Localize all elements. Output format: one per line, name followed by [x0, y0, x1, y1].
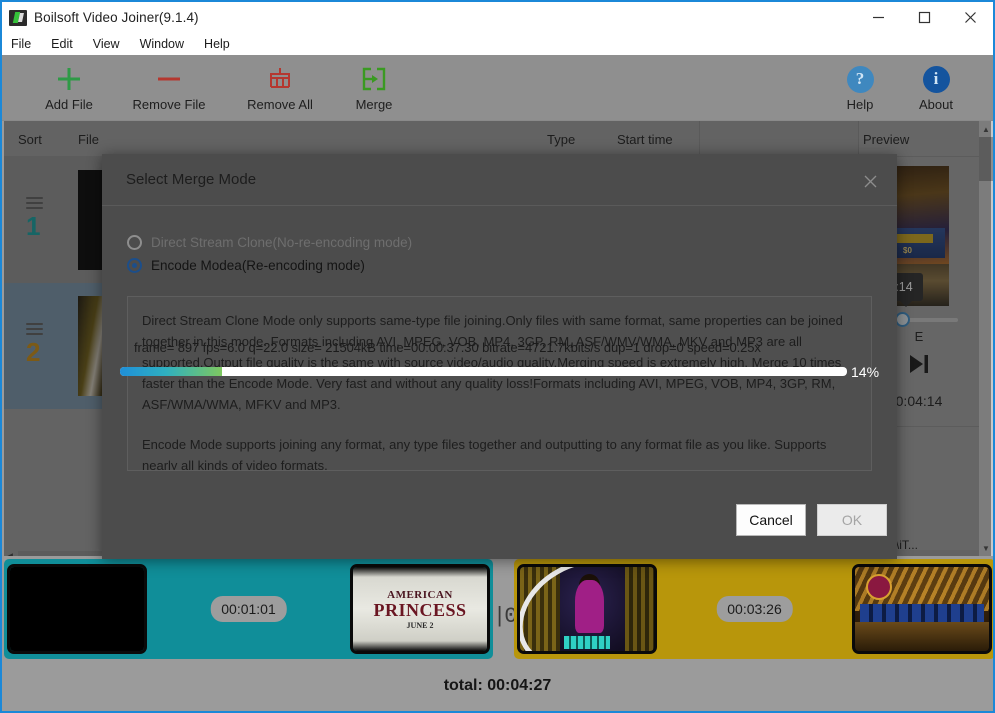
remove-all-button[interactable]: Remove All [232, 55, 328, 121]
timeline-clip[interactable]: 00:03:26 [514, 559, 993, 659]
help-button[interactable]: ? Help [820, 55, 900, 121]
maximize-icon[interactable] [901, 2, 947, 33]
dialog-title: Select Merge Mode [126, 171, 257, 188]
info-circle-icon: i [922, 64, 950, 94]
timeline: AMERICAN PRINCESS JUNE 2 00:01:01 |0| 00… [4, 556, 993, 663]
encoding-progress-bar [120, 367, 847, 376]
minimize-icon[interactable] [855, 2, 901, 33]
description-paragraph-1: Direct Stream Clone Mode only supports s… [142, 313, 843, 412]
window-title: Boilsoft Video Joiner(9.1.4) [34, 10, 199, 25]
menu-view[interactable]: View [91, 35, 129, 53]
toolbar: Add File Remove File Remove All Merge ? … [2, 55, 993, 121]
ok-button: OK [817, 504, 887, 536]
clip-art-line1: AMERICAN [387, 588, 453, 601]
remove-all-label: Remove All [247, 97, 313, 112]
radio-label: Encode Modea(Re-encoding mode) [151, 258, 365, 273]
application-window: Boilsoft Video Joiner(9.1.4) File Edit V… [0, 0, 995, 713]
menu-file[interactable]: File [9, 35, 40, 53]
total-duration-label: total: 00:04:27 [443, 677, 552, 694]
menu-window[interactable]: Window [138, 35, 193, 53]
merge-button[interactable]: Merge [326, 55, 422, 121]
about-label: About [919, 97, 953, 112]
clip-art-line2: PRINCESS [373, 599, 467, 620]
description-paragraph-2: Encode Mode supports joining any format,… [142, 437, 827, 471]
clip-start-thumbnail [7, 564, 147, 654]
question-glyph: ? [846, 65, 874, 93]
clip-duration-badge: 00:01:01 [210, 596, 287, 622]
close-icon[interactable] [947, 2, 993, 33]
select-merge-mode-dialog: Select Merge Mode Direct Stream Clone(No… [102, 154, 897, 559]
clip-art-line3: JUNE 2 [406, 620, 434, 630]
encoding-status-line: frame= 897 fps=6.0 q=22.0 size= 21504kB … [134, 340, 761, 355]
title-bar: Boilsoft Video Joiner(9.1.4) [2, 2, 993, 33]
clip-end-thumbnail [852, 564, 992, 654]
merge-icon [360, 64, 388, 94]
remove-file-button[interactable]: Remove File [121, 55, 217, 121]
broom-icon [266, 64, 294, 94]
dialog-header: Select Merge Mode [102, 154, 897, 206]
mode-description-box: Direct Stream Clone Mode only supports s… [127, 296, 872, 471]
footer: total: 00:04:27 [4, 663, 991, 709]
radio-button[interactable] [127, 235, 142, 250]
radio-button[interactable] [127, 258, 142, 273]
clip-end-thumbnail: AMERICAN PRINCESS JUNE 2 [350, 564, 490, 654]
encoding-progress-percent: 14% [851, 364, 880, 380]
radio-direct-stream-clone[interactable]: Direct Stream Clone(No-re-encoding mode) [127, 235, 412, 250]
timeline-clip[interactable]: AMERICAN PRINCESS JUNE 2 00:01:01 [4, 559, 493, 659]
info-glyph: i [922, 65, 950, 93]
plus-icon [55, 64, 83, 94]
merge-label: Merge [355, 97, 393, 112]
add-file-button[interactable]: Add File [21, 55, 117, 121]
radio-label: Direct Stream Clone(No-re-encoding mode) [151, 235, 413, 250]
minus-icon [155, 64, 183, 94]
video-joiner-app-icon [9, 9, 27, 26]
about-button[interactable]: i About [896, 55, 976, 121]
menu-edit[interactable]: Edit [49, 35, 82, 53]
add-file-label: Add File [45, 97, 93, 112]
help-label: Help [846, 97, 874, 112]
close-icon[interactable] [859, 170, 881, 192]
radio-encode-mode[interactable]: Encode Modea(Re-encoding mode) [127, 258, 365, 273]
cancel-button[interactable]: Cancel [736, 504, 806, 536]
clip-start-thumbnail [517, 564, 657, 654]
question-circle-icon: ? [846, 64, 874, 94]
menu-help[interactable]: Help [202, 35, 239, 53]
clip-duration-badge: 00:03:26 [716, 596, 793, 622]
window-controls [855, 2, 993, 33]
remove-file-label: Remove File [132, 97, 206, 112]
menu-bar: File Edit View Window Help [2, 33, 993, 55]
